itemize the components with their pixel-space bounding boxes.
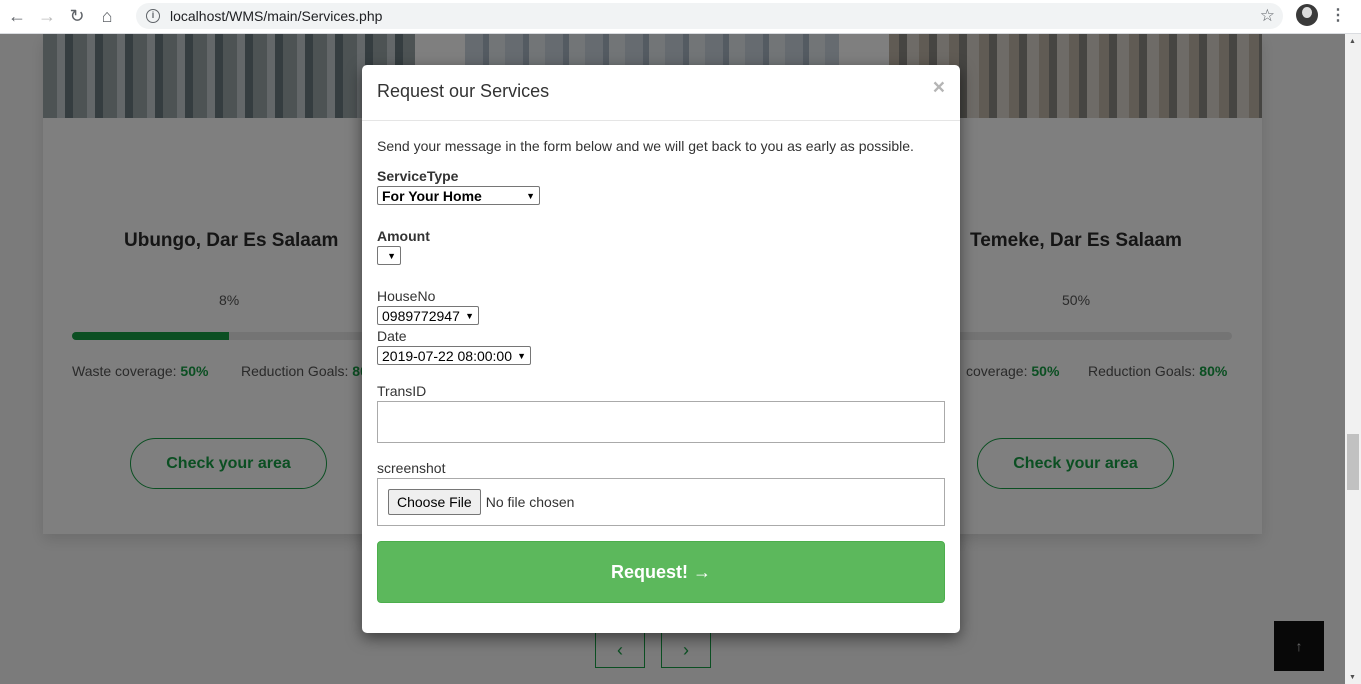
browser-menu-icon[interactable]: ⋮: [1330, 5, 1346, 25]
trans-id-input[interactable]: [377, 401, 945, 443]
chevron-down-icon: ▼: [526, 190, 535, 201]
reload-icon[interactable]: ↻: [62, 2, 92, 32]
service-type-label: ServiceType: [377, 168, 459, 184]
house-no-select[interactable]: 0989772947 ▼: [377, 306, 479, 325]
chevron-down-icon: ▼: [387, 250, 396, 261]
screenshot-label: screenshot: [377, 460, 446, 476]
screenshot-file-input[interactable]: Choose File No file chosen: [377, 478, 945, 526]
url-text: localhost/WMS/main/Services.php: [170, 8, 383, 24]
scroll-up-arrow[interactable]: ▲: [1349, 38, 1356, 45]
scroll-down-arrow[interactable]: ▼: [1349, 674, 1356, 681]
modal-intro-text: Send your message in the form below and …: [377, 138, 914, 154]
site-info-icon[interactable]: i: [146, 9, 160, 23]
file-status-text: No file chosen: [485, 494, 575, 510]
date-select[interactable]: 2019-07-22 08:00:00 ▼: [377, 346, 531, 365]
bookmark-star-icon[interactable]: ☆: [1260, 6, 1275, 26]
close-icon[interactable]: ×: [933, 77, 945, 98]
service-type-select[interactable]: For Your Home ▼: [377, 186, 540, 205]
back-icon[interactable]: ←: [2, 2, 32, 32]
scrollbar-thumb[interactable]: [1347, 434, 1359, 490]
modal-title: Request our Services: [377, 81, 550, 101]
chevron-down-icon: ▼: [465, 310, 474, 321]
trans-id-label: TransID: [377, 383, 427, 399]
date-label: Date: [377, 328, 407, 344]
browser-toolbar: ← → ↻ ⌂ i localhost/WMS/main/Services.ph…: [0, 0, 1361, 34]
address-bar[interactable]: i localhost/WMS/main/Services.php ☆: [136, 3, 1283, 29]
modal-header: Request our Services ×: [362, 65, 960, 121]
request-submit-button[interactable]: Request! →: [377, 541, 945, 603]
home-icon[interactable]: ⌂: [92, 2, 122, 32]
amount-select[interactable]: ▼: [377, 246, 401, 265]
amount-label: Amount: [377, 228, 430, 244]
profile-avatar[interactable]: [1296, 4, 1318, 26]
chevron-down-icon: ▼: [517, 350, 526, 361]
page-scrollbar[interactable]: ▲ ▼: [1345, 34, 1361, 684]
forward-icon[interactable]: →: [32, 2, 62, 32]
house-no-label: HouseNo: [377, 288, 436, 304]
choose-file-button[interactable]: Choose File: [388, 489, 481, 515]
request-services-modal: Request our Services × Send your message…: [362, 65, 960, 633]
